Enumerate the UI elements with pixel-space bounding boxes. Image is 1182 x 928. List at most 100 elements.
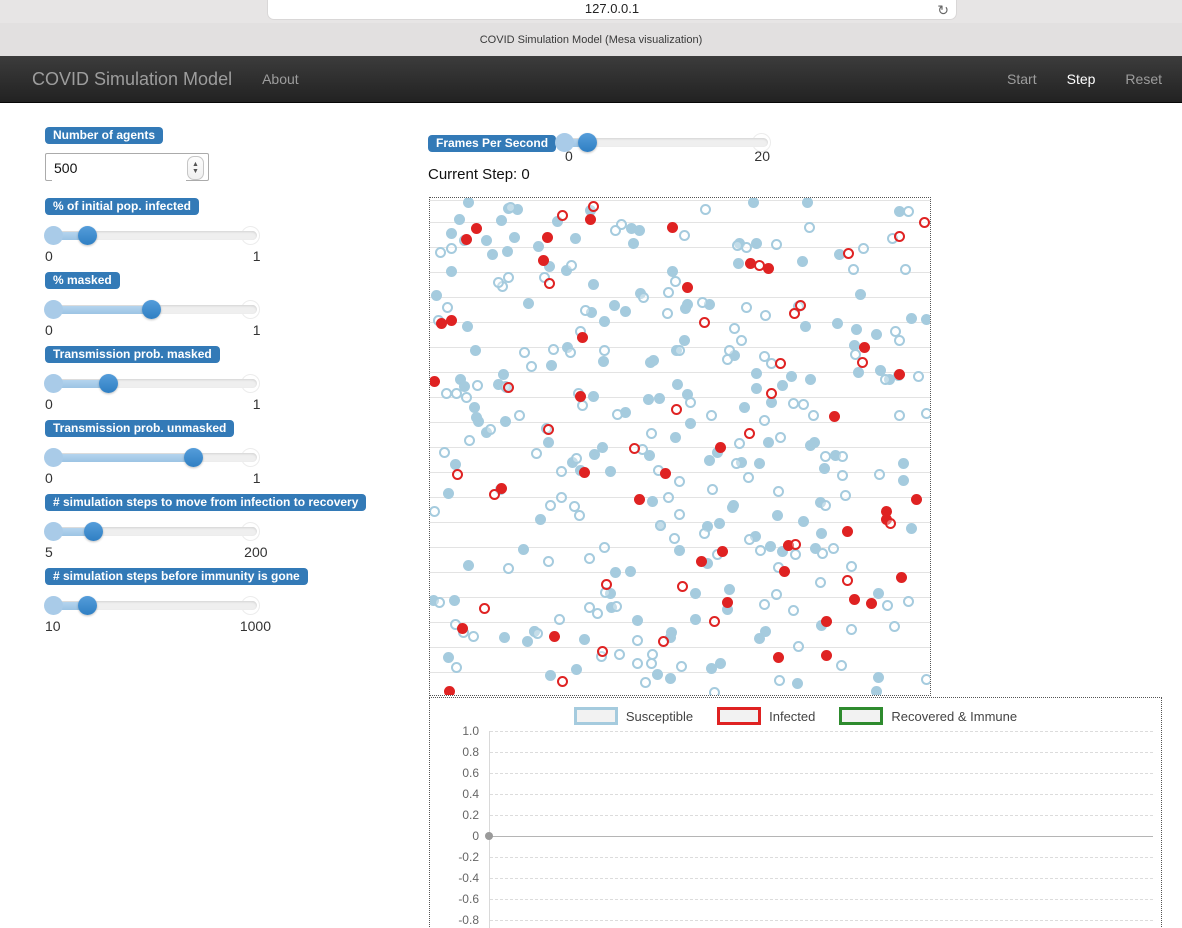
agent-dot-susceptible-unmasked	[469, 401, 481, 413]
agent-dot-susceptible-masked	[814, 576, 826, 588]
number-of-agents-input[interactable]: ▲▼	[45, 153, 209, 181]
agent-dot-susceptible-masked	[513, 409, 525, 421]
model-parameters-sidebar: Number of agents ▲▼ % of initial pop. infe…	[44, 102, 385, 928]
number-input-field[interactable]	[52, 155, 186, 181]
fps-slider-labels: 0 20	[556, 148, 770, 165]
slider-handle[interactable]	[99, 373, 119, 393]
nav-button-start[interactable]: Start	[1007, 71, 1037, 87]
slider-handle[interactable]	[141, 299, 161, 319]
agent-dot-susceptible-masked	[645, 657, 657, 669]
legend-label: Infected	[769, 708, 816, 724]
agent-dot-susceptible-masked	[920, 407, 930, 419]
agent-dot-susceptible-masked	[632, 634, 644, 646]
agent-dot-susceptible-masked	[610, 224, 622, 236]
agent-dot-susceptible-masked	[839, 489, 851, 501]
fps-slider[interactable]	[555, 122, 771, 152]
current-step-label: Current Step:	[428, 166, 518, 183]
agent-dot-susceptible-masked	[913, 371, 925, 383]
agent-dot-susceptible-unmasked	[496, 214, 508, 226]
slider-start-cap	[44, 521, 63, 541]
agent-dot-susceptible-unmasked	[674, 545, 686, 557]
agent-dot-susceptible-unmasked	[809, 436, 821, 448]
chart-legend: Susceptible Infected Recovered & Immune	[430, 707, 1161, 725]
agent-dot-susceptible-masked	[730, 458, 742, 470]
agent-dot-susceptible-unmasked	[665, 626, 677, 638]
agent-dot-susceptible-masked	[735, 335, 747, 347]
legend-swatch	[839, 707, 884, 725]
tab-title: COVID Simulation Model (Mesa visualizati…	[479, 33, 703, 46]
slider-start-cap	[44, 447, 63, 467]
agent-dot-susceptible-masked	[556, 492, 568, 504]
agent-dot-susceptible-unmasked	[831, 317, 843, 329]
agent-dot-infected-unmasked	[445, 314, 457, 326]
nav-button-reset[interactable]: Reset	[1125, 71, 1162, 87]
agent-dot-infected-unmasked	[548, 630, 560, 642]
agent-dot-susceptible-unmasked	[486, 248, 498, 260]
slider-handle[interactable]	[84, 521, 104, 541]
reload-icon[interactable]: ↻	[937, 2, 949, 18]
agent-dot-susceptible-masked	[788, 398, 800, 410]
y-tick-label: 0	[472, 829, 479, 843]
param-number-of-agents: Number of agents ▲▼	[45, 126, 209, 181]
agent-dot-susceptible-masked	[446, 242, 458, 254]
agent-dot-susceptible-masked	[773, 674, 785, 686]
agent-dot-infected-masked	[841, 574, 853, 586]
agent-dot-susceptible-unmasked	[703, 455, 715, 467]
agent-dot-susceptible-unmasked	[500, 415, 512, 427]
agent-dot-susceptible-unmasked	[508, 231, 520, 243]
agent-dot-susceptible-masked	[611, 409, 623, 421]
slider-handle[interactable]	[77, 225, 97, 245]
agent-dot-susceptible-unmasked	[469, 344, 481, 356]
agent-dot-susceptible-unmasked	[501, 245, 513, 257]
agent-dot-susceptible-masked	[744, 534, 756, 546]
agent-dot-susceptible-masked	[741, 301, 753, 313]
agent-dot-infected-unmasked	[538, 254, 550, 266]
transmission-prob-unmasked-slider[interactable]	[44, 447, 260, 467]
gridline	[490, 731, 1153, 732]
slider-min-label: 0	[45, 470, 53, 486]
agent-dot-infected-unmasked	[430, 375, 440, 387]
agent-dot-infected-masked	[884, 517, 896, 529]
agent-dot-susceptible-unmasked	[597, 442, 609, 454]
navbar-brand[interactable]: COVID Simulation Model	[32, 69, 232, 90]
agent-dot-susceptible-unmasked	[470, 412, 482, 424]
of-initial-pop-infected-slider[interactable]	[44, 225, 260, 245]
gridline	[490, 773, 1153, 774]
param-label-badge: Transmission prob. unmasked	[45, 420, 235, 437]
agent-dot-susceptible-masked	[759, 599, 770, 611]
agent-dot-susceptible-unmasked	[777, 379, 789, 391]
chart-plot-area: 1.0 0.8 0.6 0.4 0.2 0 -0.2 -0.4 -0.6 -0.8	[430, 698, 1161, 928]
agent-dot-susceptible-unmasked	[799, 320, 811, 332]
agent-dot-susceptible-unmasked	[578, 633, 590, 645]
slider-min-label: 0	[45, 396, 53, 412]
agent-dot-susceptible-unmasked	[533, 240, 545, 252]
agent-dot-susceptible-masked	[654, 519, 666, 531]
number-stepper[interactable]: ▲ ▼	[187, 156, 204, 180]
nav-link-about[interactable]: About	[262, 71, 299, 87]
agent-dot-infected-unmasked	[660, 467, 672, 479]
slider-range-labels: 5 200	[45, 544, 268, 561]
agent-dot-infected-unmasked	[633, 494, 645, 506]
slider-max-label: 1	[252, 322, 261, 338]
masked-slider[interactable]	[44, 299, 260, 319]
agent-dot-infected-unmasked	[722, 596, 734, 608]
agent-dot-susceptible-masked	[789, 549, 801, 561]
mesa-visualization-page: 127.0.0.1 ↻ COVID Simulation Model (Mesa…	[0, 0, 1182, 928]
agent-dot-infected-masked	[478, 602, 490, 614]
agent-dot-susceptible-unmasked	[665, 673, 677, 685]
agent-dot-susceptible-masked	[504, 202, 516, 214]
agent-dot-infected-masked	[588, 201, 600, 213]
slider-min-label: 0	[45, 248, 53, 264]
agent-dot-susceptible-unmasked	[714, 518, 726, 530]
simulation-steps-to-move-from-infection-to-recovery-slider[interactable]	[44, 521, 260, 541]
address-bar[interactable]: 127.0.0.1 ↻	[268, 0, 956, 19]
transmission-prob-masked-slider[interactable]	[44, 373, 260, 393]
agent-dot-susceptible-masked	[674, 345, 686, 357]
agent-dot-susceptible-masked	[471, 380, 483, 392]
agent-dot-susceptible-masked	[661, 307, 673, 319]
nav-button-step[interactable]: Step	[1067, 71, 1096, 87]
slider-handle[interactable]	[183, 447, 203, 467]
simulation-steps-before-immunity-is-gone-slider[interactable]	[44, 595, 260, 615]
slider-handle[interactable]	[77, 595, 97, 615]
agent-dot-susceptible-unmasked	[920, 314, 930, 326]
